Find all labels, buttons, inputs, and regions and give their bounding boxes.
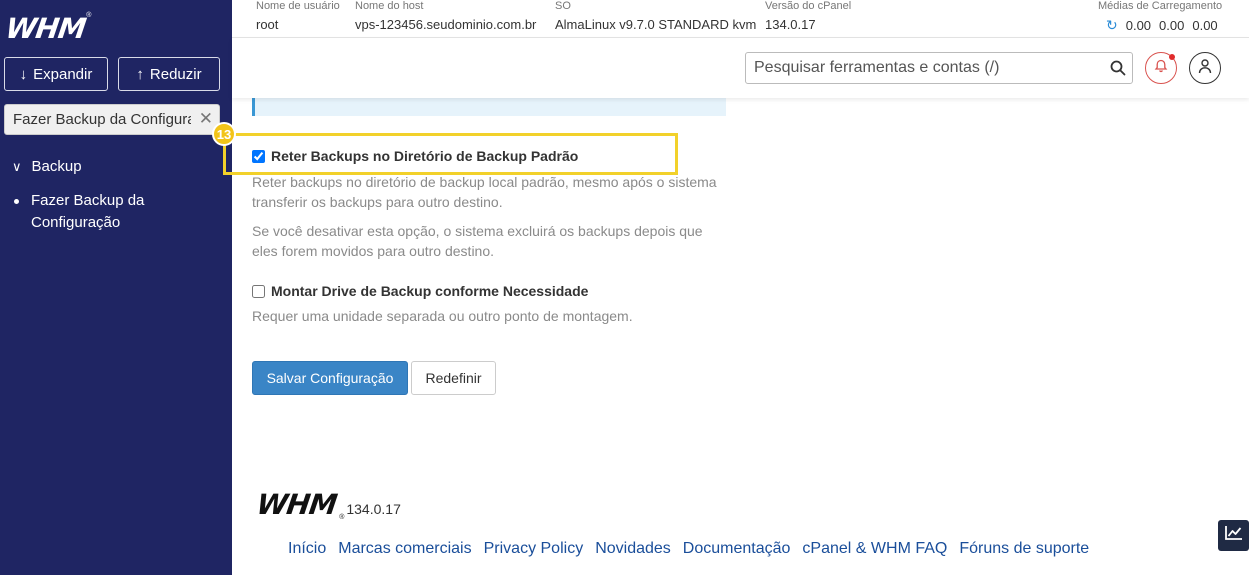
bullet-icon (14, 199, 19, 204)
cpanel-version-info: Versão do cPanel 134.0.17 (765, 0, 852, 32)
retain-backups-description: Reter backups no diretório de backup loc… (252, 174, 717, 210)
footer-link-news[interactable]: Novidades (595, 540, 671, 558)
footer-link-faq[interactable]: cPanel & WHM FAQ (802, 540, 947, 558)
footer-link-forums[interactable]: Fóruns de suporte (959, 540, 1089, 558)
analytics-button[interactable] (1218, 520, 1249, 551)
user-icon (1197, 58, 1213, 79)
footer-logo: WHM ® 134.0.17 (254, 488, 401, 521)
sidebar-category-backup[interactable]: ∨ Backup (12, 158, 82, 175)
reset-button[interactable]: Redefinir (411, 361, 496, 395)
sidebar-item-label: Fazer Backup da Configuração (31, 192, 145, 231)
chevron-down-icon: ∨ (12, 158, 22, 174)
sidebar-search: ✕ (4, 104, 220, 135)
sidebar-item-backup-config[interactable]: Fazer Backup da Configuração (14, 190, 214, 234)
step-badge: 13 (212, 122, 236, 146)
hostname-info: Nome do host vps-123456.seudominio.com.b… (355, 0, 537, 32)
notifications-button[interactable] (1145, 52, 1177, 84)
search-icon[interactable] (1104, 60, 1132, 76)
mount-drive-label: Montar Drive de Backup conforme Necessid… (271, 283, 589, 299)
footer-logo-text: WHM (254, 488, 339, 521)
mount-drive-checkbox[interactable] (252, 284, 265, 298)
sidebar-category-label: Backup (31, 158, 82, 175)
retain-backups-label: Reter Backups no Diretório de Backup Pad… (271, 148, 579, 164)
footer-link-trademarks[interactable]: Marcas comerciais (338, 540, 471, 558)
refresh-icon[interactable]: ↻ (1106, 17, 1118, 34)
footer-version: 134.0.17 (346, 501, 401, 517)
retain-backups-warning: Se você desativar esta opção, o sistema … (252, 223, 703, 259)
reduce-button[interactable]: ↑ Reduzir (118, 57, 220, 91)
arrow-up-icon: ↑ (136, 65, 144, 83)
retain-backups-checkbox[interactable] (252, 149, 265, 163)
tool-search-box (745, 52, 1133, 84)
whm-logo[interactable]: WHM® (4, 12, 92, 45)
info-callout (252, 98, 726, 116)
logo-text: WHM (3, 12, 88, 45)
mount-drive-option[interactable]: Montar Drive de Backup conforme Necessid… (252, 283, 588, 299)
mount-drive-description: Requer uma unidade separada ou outro pon… (252, 308, 633, 324)
notification-dot (1169, 54, 1175, 60)
footer-link-docs[interactable]: Documentação (683, 540, 791, 558)
sidebar: WHM® ↓ Expandir ↑ Reduzir ✕ ∨ Backup Faz… (0, 0, 232, 575)
server-info-bar: Nome de usuário root Nome do host vps-12… (232, 0, 1249, 38)
os-value: AlmaLinux v9.7.0 STANDARD kvm (555, 17, 757, 32)
load-value-1: 0.00 (1125, 18, 1152, 33)
footer-link-home[interactable]: Início (288, 540, 326, 558)
username-info: Nome de usuário root (256, 0, 340, 32)
load-averages-info: Médias de Carregamento ↻ 0.00 0.00 0.00 (1098, 0, 1223, 34)
sidebar-search-input[interactable] (5, 105, 219, 134)
tool-search-row (232, 38, 1249, 98)
load-value-3: 0.00 (1192, 18, 1218, 33)
expand-label: Expandir (33, 65, 93, 83)
footer-link-privacy[interactable]: Privacy Policy (484, 540, 584, 558)
reduce-label: Reduzir (149, 65, 202, 83)
save-configuration-button[interactable]: Salvar Configuração (252, 361, 408, 395)
os-info: SO AlmaLinux v9.7.0 STANDARD kvm (555, 0, 757, 32)
expand-button[interactable]: ↓ Expandir (4, 57, 108, 91)
cpanel-version-value: 134.0.17 (765, 17, 816, 32)
footer-links: Início Marcas comerciais Privacy Policy … (288, 540, 1089, 558)
hostname-value: vps-123456.seudominio.com.br (355, 17, 537, 32)
chart-icon (1224, 524, 1244, 547)
tool-search-input[interactable] (746, 53, 1104, 83)
clear-icon[interactable]: ✕ (199, 109, 213, 129)
load-value-2: 0.00 (1159, 18, 1185, 33)
arrow-down-icon: ↓ (19, 65, 28, 83)
bell-icon (1154, 59, 1168, 78)
user-menu-button[interactable] (1189, 52, 1221, 84)
username-value: root (256, 17, 279, 32)
retain-backups-option[interactable]: Reter Backups no Diretório de Backup Pad… (252, 148, 578, 164)
